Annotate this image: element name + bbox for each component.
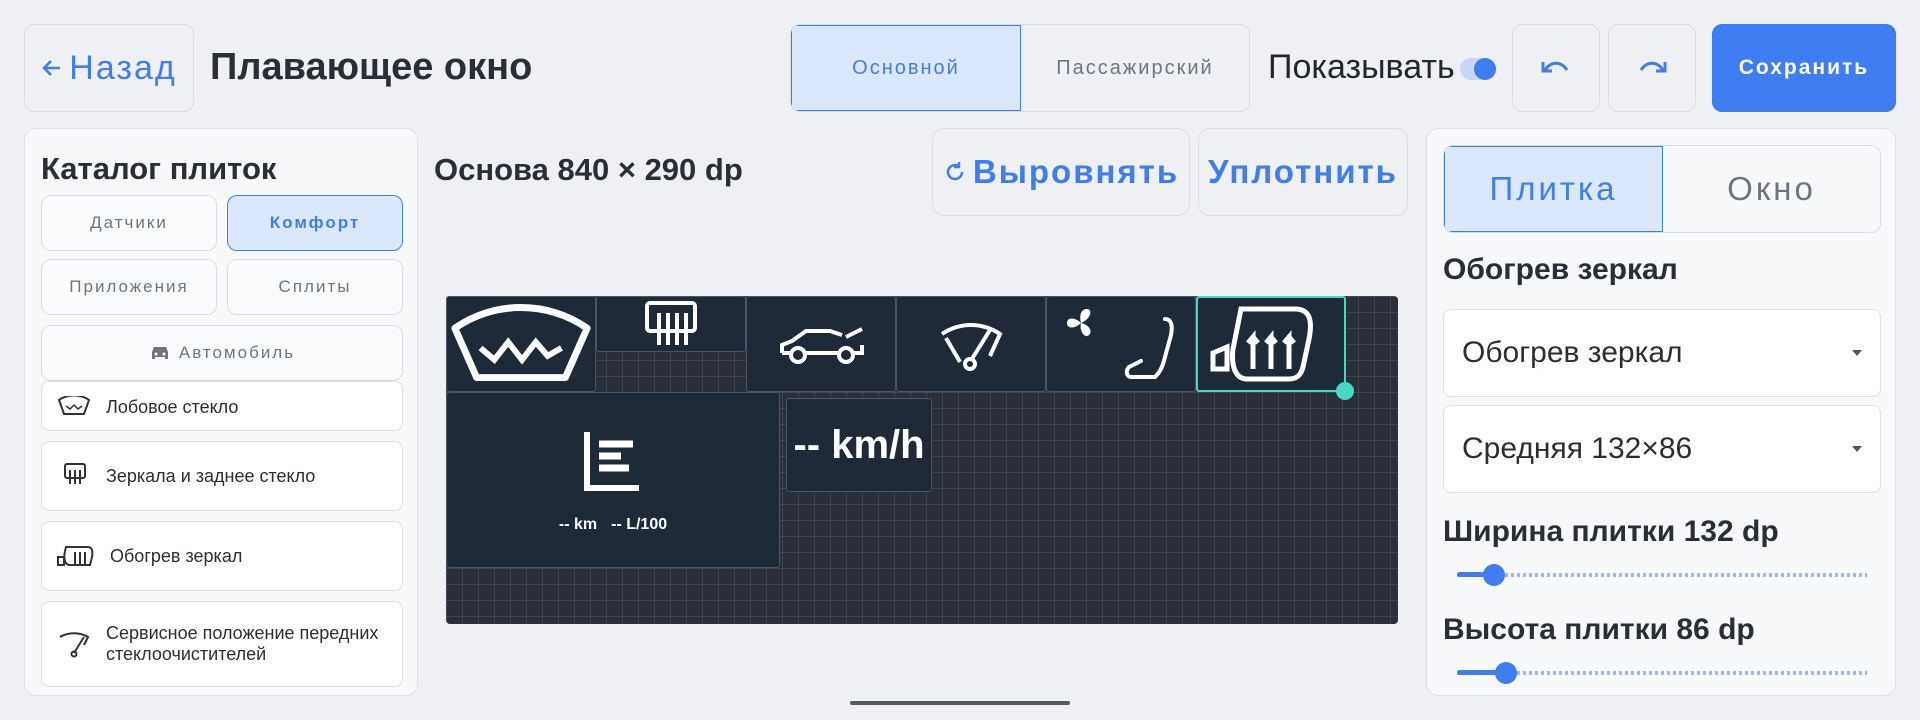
list-item-wiper-service[interactable]: Сервисное положение передних стеклоочист… xyxy=(41,601,403,687)
tile-car-trunk[interactable] xyxy=(746,296,896,392)
home-indicator xyxy=(850,701,1070,705)
list-item-label: Обогрев зеркал xyxy=(110,545,243,566)
layout-grid-canvas[interactable]: -- km -- L/100 -- km/h xyxy=(446,296,1398,624)
tab-passenger[interactable]: Пассажирский xyxy=(1021,25,1249,111)
list-item-label: Лобовое стекло xyxy=(106,397,239,417)
chip-comfort[interactable]: Комфорт xyxy=(227,195,403,251)
inspector-panel: Плитка Окно Обогрев зеркал Обогрев зерка… xyxy=(1426,128,1896,696)
compact-button[interactable]: Уплотнить xyxy=(1198,128,1408,216)
wiper-service-icon xyxy=(59,632,90,658)
redo-button[interactable] xyxy=(1608,24,1696,112)
chevron-down-icon xyxy=(1852,446,1862,452)
align-button[interactable]: Выровнять xyxy=(932,128,1190,216)
tab-window[interactable]: Окно xyxy=(1663,146,1880,232)
tile-seat-fan[interactable] xyxy=(1046,296,1196,392)
tile-type-select[interactable]: Обогрев зеркал xyxy=(1443,309,1881,397)
list-item-windshield[interactable]: Лобовое стекло xyxy=(41,381,403,431)
tile-trip-computer[interactable]: -- km -- L/100 xyxy=(446,392,780,568)
chevron-down-icon xyxy=(1852,350,1862,356)
arrow-left-icon xyxy=(42,60,61,76)
tile-windshield[interactable] xyxy=(446,296,596,392)
trip-computer-icon xyxy=(584,432,639,491)
align-label: Выровнять xyxy=(972,153,1180,190)
tile-type-value: Обогрев зеркал xyxy=(1462,336,1683,369)
redo-icon xyxy=(1639,61,1667,73)
tile-catalog-panel: Каталог плиток Датчики Комфорт Приложени… xyxy=(24,128,418,696)
car-open-trunk-icon xyxy=(780,327,864,364)
height-slider-knob[interactable] xyxy=(1495,662,1517,684)
layout-tabs: Основной Пассажирский xyxy=(790,24,1250,112)
list-item-label: Сервисное положение передних стеклоочист… xyxy=(106,623,379,664)
tile-rear-defrost[interactable] xyxy=(596,296,746,352)
width-slider[interactable] xyxy=(1457,564,1867,586)
mirror-heat-icon xyxy=(57,546,94,566)
car-icon xyxy=(151,347,168,359)
rear-defrost-icon xyxy=(64,463,86,484)
chip-car[interactable]: Автомобиль xyxy=(41,325,403,381)
list-item-mirror-heat[interactable]: Обогрев зеркал xyxy=(41,521,403,591)
windshield-icon xyxy=(57,396,91,415)
tile-speed[interactable]: -- km/h xyxy=(786,398,932,492)
resize-handle[interactable] xyxy=(1336,382,1354,400)
page-title: Плавающее окно xyxy=(210,46,533,88)
undo-icon xyxy=(1541,61,1569,73)
catalog-title: Каталог плиток xyxy=(41,151,277,186)
width-slider-knob[interactable] xyxy=(1483,564,1505,586)
chip-sensors[interactable]: Датчики xyxy=(41,195,217,251)
show-label: Показывать xyxy=(1268,48,1455,86)
windshield-icon xyxy=(451,304,591,381)
wiper-service-icon xyxy=(940,323,1003,371)
inspector-tabs: Плитка Окно xyxy=(1443,145,1881,233)
chip-car-label: Автомобиль xyxy=(178,343,296,362)
back-button[interactable]: Назад xyxy=(24,24,194,112)
trip-values: -- km -- L/100 xyxy=(559,516,667,534)
chip-apps[interactable]: Приложения xyxy=(41,259,217,315)
base-size-label: Основа 840 × 290 dp xyxy=(434,152,743,187)
tile-size-value: Средняя 132×86 xyxy=(1462,432,1693,465)
refresh-icon xyxy=(946,162,964,181)
show-toggle[interactable] xyxy=(1460,58,1496,80)
fan-icon xyxy=(1067,309,1091,337)
mirror-heat-icon xyxy=(1210,306,1313,382)
height-label: Высота плитки 86 dp xyxy=(1443,613,1755,646)
trip-fuel: -- L/100 xyxy=(611,516,668,533)
tile-name-heading: Обогрев зеркал xyxy=(1443,253,1678,286)
list-item-rear-defrost[interactable]: Зеркала и заднее стекло xyxy=(41,441,403,511)
width-label: Ширина плитки 132 dp xyxy=(1443,515,1779,548)
tab-tile[interactable]: Плитка xyxy=(1444,146,1663,232)
seat-icon xyxy=(1124,317,1174,379)
rear-defrost-icon xyxy=(645,301,697,345)
tile-size-select[interactable]: Средняя 132×86 xyxy=(1443,405,1881,493)
trip-km: -- km xyxy=(558,516,598,533)
height-slider[interactable] xyxy=(1457,662,1867,684)
list-item-label: Зеркала и заднее стекло xyxy=(106,465,316,486)
tab-main[interactable]: Основной xyxy=(791,25,1021,111)
save-button[interactable]: Сохранить xyxy=(1712,24,1896,112)
tile-mirror-heat-selected[interactable] xyxy=(1196,296,1354,400)
chip-splits[interactable]: Сплиты xyxy=(227,259,403,315)
tile-wiper-service[interactable] xyxy=(896,296,1046,392)
undo-button[interactable] xyxy=(1512,24,1600,112)
back-label: Назад xyxy=(69,48,177,87)
